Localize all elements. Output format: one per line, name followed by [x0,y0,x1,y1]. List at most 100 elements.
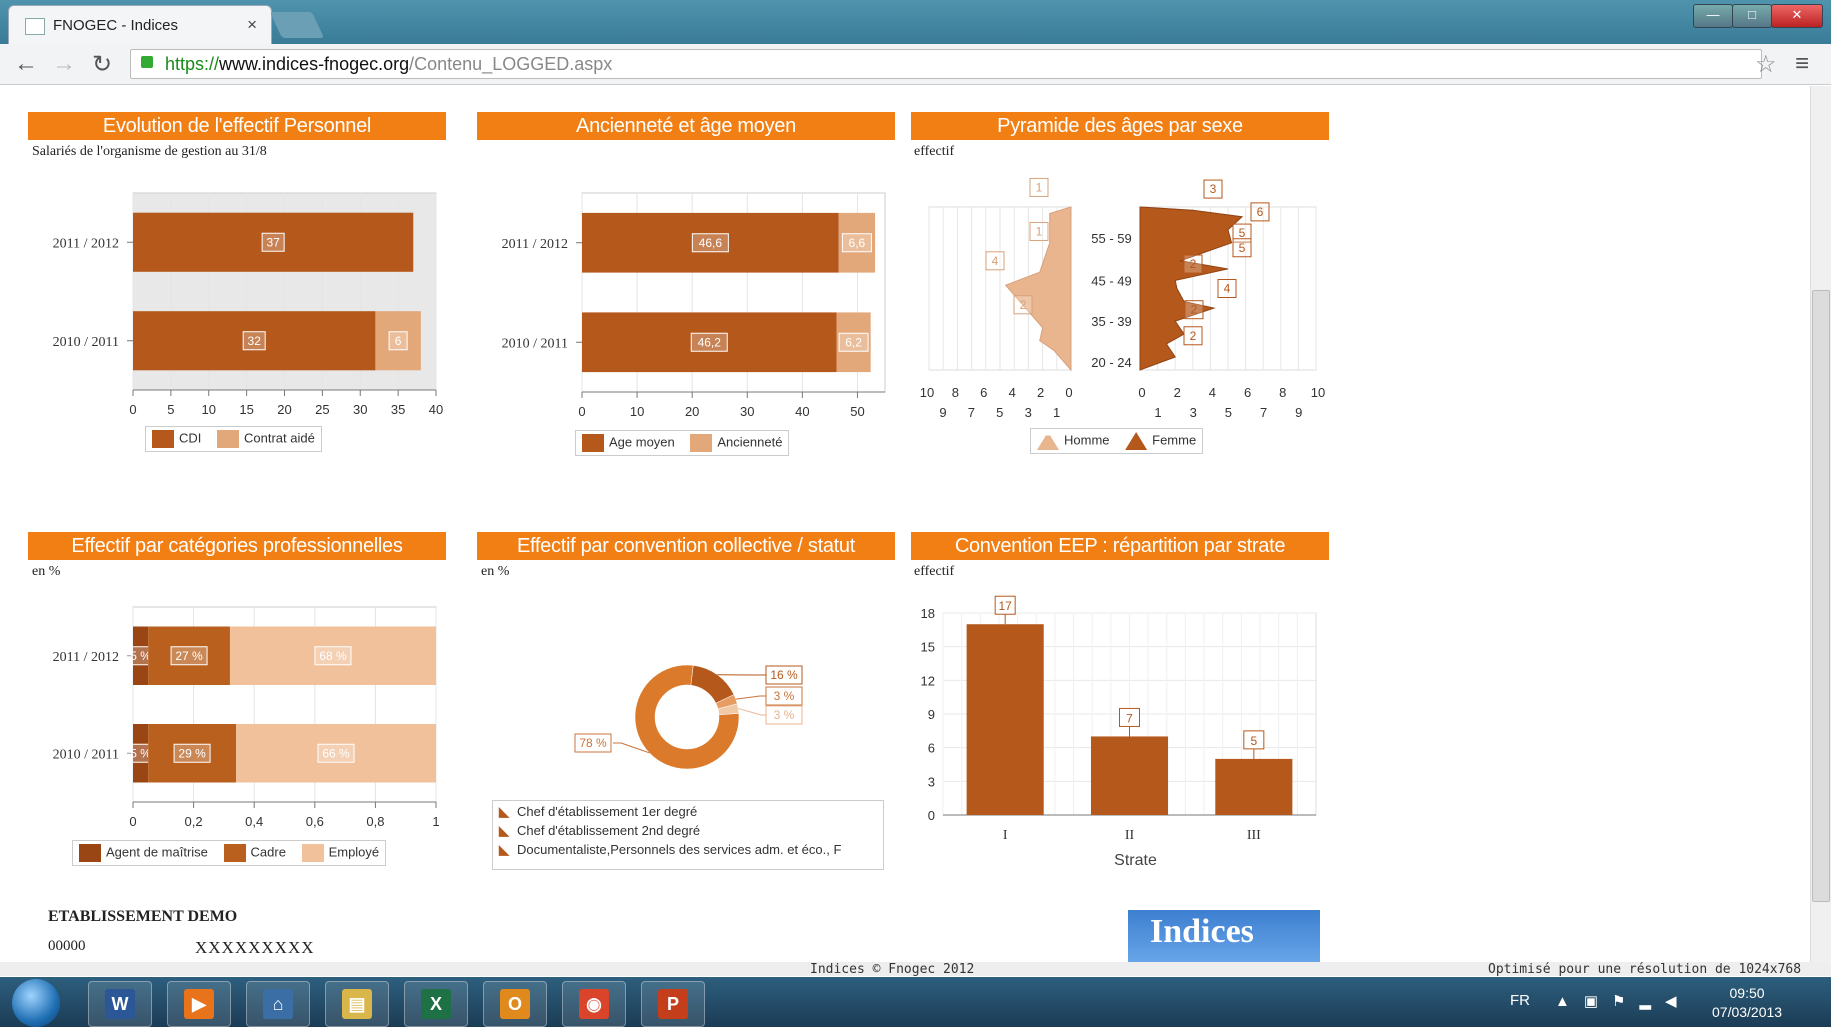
legend-swatch [223,844,246,862]
etablissement-name: ETABLISSEMENT DEMO [48,908,238,925]
legend-item-conv-3: ◣ Documentaliste,Personnels des services … [499,842,877,858]
data-label: 7 [1126,711,1133,725]
close-window-button[interactable]: ✕ [1771,4,1823,28]
x-tick-label: 6 [980,385,987,400]
x-tick-label: 0,8 [366,814,384,829]
slice-label: 3 % [774,689,795,703]
bar-strate-II [1090,736,1169,815]
legend-item-homme: Homme [1037,432,1110,450]
menu-icon[interactable]: ≡ [1795,50,1809,78]
address-bar[interactable]: https://www.indices-fnogec.org/Contenu_L… [130,49,1762,79]
x-tick-label: 0 [129,402,136,417]
taskbar-app-button[interactable]: ▤ [325,981,389,1027]
x-tick-label: 10 [920,385,934,400]
network-icon: ⌂ [263,989,293,1019]
panel-title-pyramide: Pyramide des âges par sexe [911,112,1329,140]
x-tick-label: 15 [239,402,253,417]
flag-icon[interactable]: ⚑ [1612,993,1639,1010]
browser-tab[interactable]: FNOGEC - Indices × [8,5,272,45]
forward-arrow-icon[interactable]: → [52,50,76,78]
taskbar-app-button[interactable]: P [641,981,705,1027]
language-indicator[interactable]: FR [1510,992,1530,1009]
usb-icon[interactable]: ▣ [1584,993,1612,1010]
legend-item-conv-1: ◣ Chef d'établissement 1er degré [499,804,877,820]
y-tick-label: 12 [921,673,935,688]
legend-swatch-icon: ◣ [499,842,509,857]
show-hidden-icons-icon[interactable]: ▲ [1555,993,1584,1010]
scrollbar-thumb[interactable] [1812,290,1830,902]
age-label: 20 - 24 [1091,355,1131,370]
clock[interactable]: 09:50 07/03/2013 [1712,984,1782,1022]
minimize-button[interactable]: — [1693,4,1733,28]
slice-label: 3 % [774,708,795,722]
excel-icon: X [421,989,451,1019]
homme-data-label: 2 [1020,298,1027,312]
close-tab-icon[interactable]: × [247,15,257,35]
volume-icon[interactable]: ◀ [1665,993,1691,1010]
femme-data-label: 2 [1190,257,1197,271]
y-category-label: 2011 / 2012 [53,650,119,665]
legend-label: Age moyen [609,434,675,450]
legend-label: Employé [328,844,380,860]
x-tick-label: 2 [1037,385,1044,400]
legend-item-cadre: Cadre [223,844,286,862]
x-tick-label: 8 [1279,385,1286,400]
data-label: 5 [1250,734,1257,748]
taskbar-app-button[interactable]: ◉ [562,981,626,1027]
outlook-icon: O [500,989,530,1019]
legend-swatch [152,430,174,448]
legend-item-age: Age moyen [582,434,675,452]
logo-text: Indices [1150,913,1254,950]
panel-subtitle-eep: effectif [914,564,955,579]
legend-label: Femme [1152,432,1197,448]
word-icon: W [105,989,135,1019]
x-tick-label: 40 [429,402,443,417]
bookmark-star-icon[interactable]: ☆ [1755,50,1777,79]
x-tick-label: 6 [1244,385,1251,400]
clock-date: 07/03/2013 [1712,1004,1783,1020]
femme-data-label: 2 [1191,303,1198,317]
x-tick-label: 8 [952,385,959,400]
url-path: /Contenu_LOGGED.aspx [409,54,613,74]
data-label: 29 % [178,746,206,760]
legend-item-employe: Employé [301,844,380,862]
chart-eep: 0 3 6 9 12 15 18 17 I 7 II 5 III Strate [921,595,1317,869]
system-tray[interactable]: ▲▣⚑▂◀ [1555,992,1691,1010]
y-tick-label: 0 [928,808,935,823]
panel-title-effectif: Evolution de l'effectif Personnel [28,112,446,140]
y-category-label: 2010 / 2011 [53,747,119,762]
back-arrow-icon[interactable]: ← [14,50,38,78]
legend-label: Agent de maîtrise [106,844,208,860]
panel-subtitle-categories: en % [32,564,61,579]
reload-icon[interactable]: ↻ [92,50,112,79]
maximize-button[interactable]: □ [1732,4,1772,28]
femme-data-label: 6 [1257,205,1264,219]
x-tick-label: 30 [740,404,754,419]
taskbar-app-button[interactable]: X [404,981,468,1027]
x-tick-label: 5 [167,402,174,417]
x-tick-label: 9 [939,405,946,420]
homme-icon [1037,432,1059,450]
age-label: 55 - 59 [1091,231,1131,246]
legend-label: Chef d'établissement 2nd degré [517,823,701,838]
taskbar-app-button[interactable]: ⌂ [246,981,310,1027]
data-label: 6,6 [849,236,866,250]
network-signal-icon[interactable]: ▂ [1640,993,1666,1010]
start-button-icon[interactable] [12,979,60,1027]
x-tick-label: 0 [578,404,585,419]
slice-leader-line [735,695,766,700]
x-tick-label: 7 [968,405,975,420]
panel-subtitle-pyramide: effectif [914,144,955,159]
navigation-bar: ← → ↻ https://www.indices-fnogec.org/Con… [0,44,1831,85]
indices-logo[interactable]: Indices [1128,910,1320,965]
x-tick-label: 0 [1138,385,1145,400]
taskbar-app-button[interactable]: ▶ [167,981,231,1027]
taskbar-app-button[interactable]: W [88,981,152,1027]
panel-title-eep: Convention EEP : répartition par strate [911,532,1329,560]
chart-convention: 78 % 16 % 3 % 3 % [574,664,803,770]
legend-label: Ancienneté [717,434,783,450]
x-tick-label: 20 [277,402,291,417]
legend-item-conv-2: ◣ Chef d'établissement 2nd degré [499,823,877,839]
taskbar-app-button[interactable]: O [483,981,547,1027]
age-label: 35 - 39 [1091,314,1131,329]
